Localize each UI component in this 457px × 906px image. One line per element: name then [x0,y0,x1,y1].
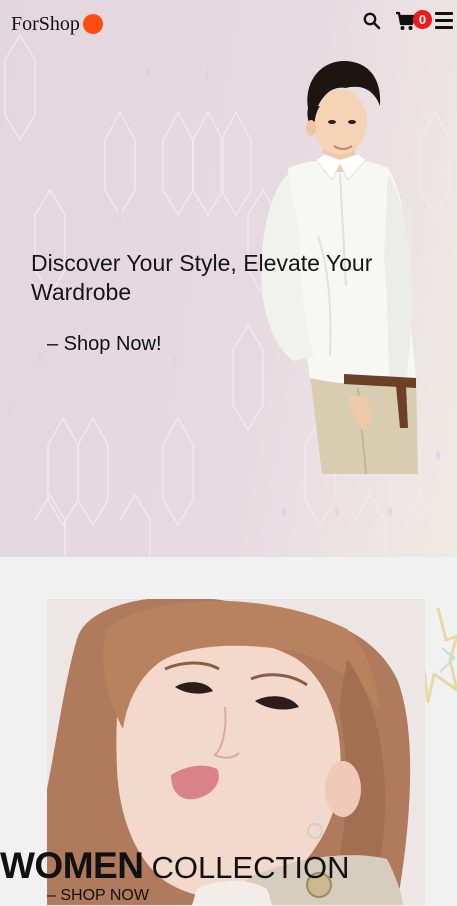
cart-button[interactable]: 0 [395,9,433,31]
hamburger-menu-button[interactable] [435,12,453,29]
collection-title-strong: WOMEN [0,845,144,886]
hero-banner: ForShop 0 Discover Your Style, Elevate Y… [0,0,457,557]
logo-text: ForShop [11,13,80,35]
collection-shop-now-link[interactable]: – SHOP NOW [47,886,149,906]
logo-dot-icon [82,14,103,34]
cart-count-badge: 0 [413,10,432,29]
search-button[interactable] [363,12,381,30]
hero-headline: Discover Your Style, Elevate Your Wardro… [31,250,373,305]
cart-icon [396,11,415,30]
collection-title: WOMEN COLLECTION [0,846,350,891]
star-outline-decoration [422,607,457,704]
logo[interactable]: ForShop [11,12,103,36]
hamburger-menu-icon [435,12,453,15]
collection-title-light: COLLECTION [151,850,350,885]
site-header: ForShop 0 [0,0,457,50]
hero-shop-now-link[interactable]: – Shop Now! [47,332,162,356]
search-icon [363,12,381,30]
